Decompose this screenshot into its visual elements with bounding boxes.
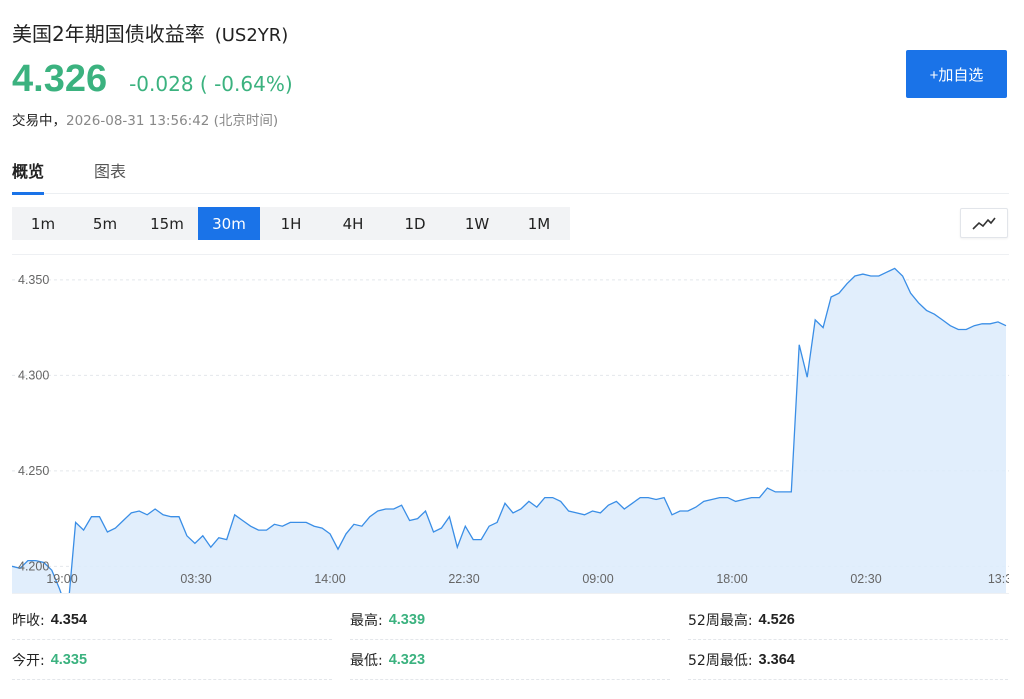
tab-bar: 概览 图表 xyxy=(12,156,1009,195)
x-tick-label: 02:30 xyxy=(850,572,881,586)
tab-chart[interactable]: 图表 xyxy=(94,158,126,192)
x-tick-label: 14:00 xyxy=(314,572,345,586)
y-tick-label: 4.250 xyxy=(18,464,49,478)
trading-status: 交易中，2026-08-31 13:56:42 (北京时间) xyxy=(12,109,278,129)
prev-close-label: 昨收: xyxy=(12,612,45,629)
range-1w-button[interactable]: 1W xyxy=(446,207,508,240)
52w-low-value: 3.364 xyxy=(758,651,795,668)
quote-header: 美国2年期国债收益率 (US2YR) xyxy=(12,18,288,47)
range-1mo-button[interactable]: 1M xyxy=(508,207,570,240)
stat-52w-low: 52周最低: 3.364 xyxy=(688,640,1008,680)
52w-high-label: 52周最高: xyxy=(688,612,753,629)
open-value: 4.335 xyxy=(50,651,88,668)
stat-low: 最低: 4.323 xyxy=(350,640,670,680)
market-state: 交易中， xyxy=(12,113,66,129)
x-tick-label: 09:00 xyxy=(582,572,613,586)
high-value: 4.339 xyxy=(388,611,426,628)
stat-52w-high: 52周最高: 4.526 xyxy=(688,600,1008,640)
low-value: 4.323 xyxy=(388,651,426,668)
stat-high: 最高: 4.339 xyxy=(350,600,670,640)
chart-canvas: 4.350 4.300 4.250 4.20019:00 03:30 14:00 22:30… xyxy=(12,267,1009,593)
52w-high-value: 4.526 xyxy=(758,611,795,628)
x-tick-label: 22:30 xyxy=(448,572,479,586)
stat-prev-close: 昨收: 4.354 xyxy=(12,600,332,640)
prev-close-value: 4.354 xyxy=(50,611,88,628)
last-price: 4.326 xyxy=(12,58,108,100)
yield-chart[interactable]: 4.350 4.300 4.250 4.200 19:00 03:30 14:00 22:30… xyxy=(12,254,1009,594)
open-label: 今开: xyxy=(12,652,45,669)
chart-type-button[interactable] xyxy=(960,208,1008,238)
stat-open: 今开: 4.335 xyxy=(12,640,332,680)
add-to-watchlist-button[interactable]: +加自选 xyxy=(906,50,1007,98)
price-row: 4.326 -0.028 ( -0.64%) xyxy=(12,58,293,101)
range-15m-button[interactable]: 15m xyxy=(136,207,198,240)
yield-area xyxy=(12,268,1006,593)
time-range-selector: 1m 5m 15m 30m 1H 4H 1D 1W 1M xyxy=(12,207,570,240)
52w-low-label: 52周最低: xyxy=(688,652,753,669)
x-tick-label: 03:30 xyxy=(180,572,211,586)
high-label: 最高: xyxy=(350,612,383,629)
line-chart-icon xyxy=(972,217,996,230)
ticker-symbol: (US2YR) xyxy=(214,25,289,46)
page-title: 美国2年期国债收益率 xyxy=(12,22,205,46)
x-tick-label: 13:3 xyxy=(988,572,1009,586)
range-30m-button[interactable]: 30m xyxy=(198,207,260,240)
range-1d-button[interactable]: 1D xyxy=(384,207,446,240)
quote-timestamp: 2026-08-31 13:56:42 (北京时间) xyxy=(66,113,279,129)
low-label: 最低: xyxy=(350,652,383,669)
price-change: -0.028 ( -0.64%) xyxy=(129,72,293,96)
x-tick-label: 18:00 xyxy=(716,572,747,586)
range-1h-button[interactable]: 1H xyxy=(260,207,322,240)
range-5m-button[interactable]: 5m xyxy=(74,207,136,240)
y-tick-label: 4.300 xyxy=(18,368,49,382)
x-tick-label: 19:00 xyxy=(46,572,77,586)
range-4h-button[interactable]: 4H xyxy=(322,207,384,240)
y-tick-label: 4.350 xyxy=(18,273,49,287)
range-1m-button[interactable]: 1m xyxy=(12,207,74,240)
tab-overview[interactable]: 概览 xyxy=(12,158,45,195)
y-tick-label: 4.200 xyxy=(18,559,49,573)
